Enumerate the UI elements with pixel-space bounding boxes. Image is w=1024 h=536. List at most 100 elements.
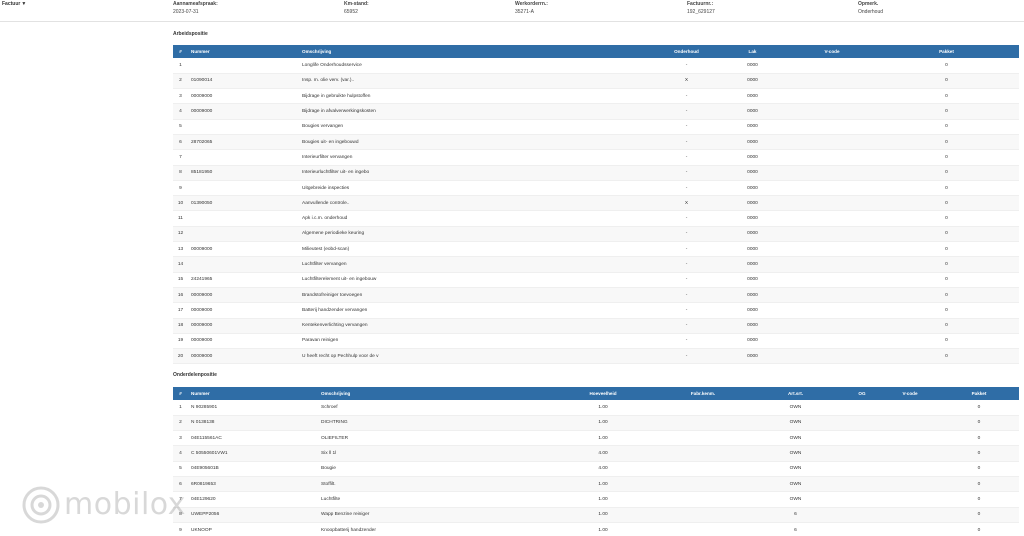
cell-lak: 0000 <box>715 302 790 319</box>
header-field-aannameafspraak: Aannameafspraak: 2023-07-31 <box>173 1 218 16</box>
cell-lak: 0000 <box>715 241 790 258</box>
cell-pakket: 0 <box>939 507 1019 523</box>
table-row[interactable]: 6 28702065 Bougies uit- en ingebouwd -0000 0 <box>173 134 1019 151</box>
cell-hoeveelheid: 1.00 <box>548 476 658 493</box>
cell-v-code <box>790 241 874 258</box>
cell-fabr-kenm <box>658 507 748 523</box>
table-row[interactable]: 16 00009000 Brandstofreiniger toevoegen -00… <box>173 287 1019 304</box>
cell-v-code <box>790 134 874 151</box>
cell-onderhoud: - <box>658 256 715 273</box>
header-field-value: 192_629127 <box>687 9 715 15</box>
table-row[interactable]: 2 01090014 Insp. m. olie verv. (var.).. X 00… <box>173 73 1019 90</box>
column-header-index[interactable]: # <box>173 387 188 400</box>
cell-onderhoud: - <box>658 272 715 288</box>
column-header-pakket[interactable]: Pakket <box>874 45 1019 58</box>
column-header-art-srt[interactable]: Art.srt. <box>748 387 843 400</box>
table-row[interactable]: 9 Uitgebreide inspecties -0000 0 <box>173 180 1019 197</box>
cell-hoeveelheid: 1.00 <box>548 400 658 416</box>
chevron-down-icon: ▼ <box>21 1 27 7</box>
cell-omschrijving: Bijdrage in afvalverwerkingskosten <box>298 103 658 120</box>
cell-v-code <box>790 195 874 212</box>
cell-og <box>843 461 881 477</box>
cell-omschrijving: Interieurluchtfilter uit- en ingebo <box>298 165 658 181</box>
table-row[interactable]: 3 04E115561AC OLIEFILTER 1.00 OWN 0 <box>173 430 1019 447</box>
table-row[interactable]: 12 Algemene periodieke keuring -0000 0 <box>173 226 1019 243</box>
column-header-nummer[interactable]: Nummer <box>188 45 298 58</box>
cell-pakket: 0 <box>939 522 1019 536</box>
cell-v-code <box>790 302 874 319</box>
table-row[interactable]: 8 85181950 Interieurluchtfilter uit- en in… <box>173 165 1019 181</box>
table-row[interactable]: 10 01390050 Aanvullende controle.. X 0000 0 <box>173 195 1019 212</box>
cell-nummer: 04E129620 <box>188 491 318 508</box>
column-header-nummer[interactable]: Nummer <box>188 387 318 400</box>
table-row[interactable]: 3 00009000 Bijdrage in gebruikte hulpstoff… <box>173 88 1019 105</box>
column-header-index[interactable]: # <box>173 45 188 58</box>
arbeid-header-row: # Nummer Omschrijving Onderhoud Lak V-co… <box>173 45 1019 58</box>
cell-index: 4 <box>173 445 188 462</box>
column-header-onderhoud[interactable]: Onderhoud <box>658 45 715 58</box>
column-header-v-code[interactable]: V-code <box>790 45 874 58</box>
cell-index: 8 <box>173 507 188 523</box>
cell-nummer: 00009000 <box>188 348 298 365</box>
column-header-omschrijving[interactable]: Omschrijving <box>298 45 658 58</box>
cell-pakket: 0 <box>939 445 1019 462</box>
table-row[interactable]: 11 Apk i.c.m. onderhoud -0000 0 <box>173 210 1019 227</box>
table-row[interactable]: 19 00009000 Paravan reinigen -0000 0 <box>173 333 1019 350</box>
cell-index: 15 <box>173 272 188 288</box>
table-row[interactable]: 5 04E905601B Bougie 4.00 OWN 0 <box>173 461 1019 477</box>
cell-pakket: 0 <box>874 180 1019 197</box>
cell-nummer <box>188 119 298 135</box>
cell-pakket: 0 <box>874 256 1019 273</box>
table-row[interactable]: 4 00009000 Bijdrage in afvalverwerkingskos… <box>173 103 1019 120</box>
cell-og <box>843 445 881 462</box>
table-row[interactable]: 4C 50550601VW1 Six ll 1l 4.00 OWN 0 <box>173 445 1019 462</box>
cell-nummer: C 50550601VW1 <box>188 445 318 462</box>
cell-v-code <box>790 73 874 90</box>
cell-v-code <box>790 348 874 365</box>
cell-v-code <box>881 400 939 416</box>
cell-nummer: 28702065 <box>188 134 298 151</box>
column-header-pakket[interactable]: Pakket <box>939 387 1019 400</box>
table-row[interactable]: 13 00009000 Milieutest (eobd-scan) -0000 0 <box>173 241 1019 258</box>
table-row[interactable]: 8 UWEPP2056 Wapp Benzine reiniger 1.00 6 0 <box>173 507 1019 523</box>
table-row[interactable]: 17 00009000 Batterij handzender vervangen -… <box>173 302 1019 319</box>
cell-lak: 0000 <box>715 195 790 212</box>
table-row[interactable]: 5 Bougies vervangen -0000 0 <box>173 119 1019 135</box>
cell-v-code <box>790 256 874 273</box>
factuur-toggle[interactable]: Factuur▼ <box>2 1 26 8</box>
cell-index: 18 <box>173 318 188 334</box>
cell-omschrijving: U heeft recht op Pechhulp voor de v <box>298 348 658 365</box>
table-row[interactable]: 18 00009000 Kentekenverlichting vervangen -… <box>173 318 1019 334</box>
cell-pakket: 0 <box>939 461 1019 477</box>
table-row[interactable]: 9 UKNOOP Knoopbatterij handzender 1.00 6 0 <box>173 522 1019 536</box>
column-header-fabr-kenm[interactable]: Fabr.kenm. <box>658 387 748 400</box>
cell-omschrijving: Bougies vervangen <box>298 119 658 135</box>
table-row[interactable]: 1N 90285901 Schroef 1.00 OWN 0 <box>173 400 1019 416</box>
table-row[interactable]: 6 6R0819653 Stoffilt. 1.00 OWN 0 <box>173 476 1019 493</box>
table-row[interactable]: 14 Luchtfilter vervangen -0000 0 <box>173 256 1019 273</box>
column-header-v-code[interactable]: V-code <box>881 387 939 400</box>
column-header-lak[interactable]: Lak <box>715 45 790 58</box>
cell-pakket: 0 <box>874 318 1019 334</box>
cell-pakket: 0 <box>874 333 1019 350</box>
cell-og <box>843 415 881 432</box>
column-header-og[interactable]: OG <box>843 387 881 400</box>
table-row[interactable]: 20 00009000 U heeft recht op Pechhulp voor… <box>173 348 1019 365</box>
table-row[interactable]: 15 24241965 Luchtfilterelement uit- en ing… <box>173 272 1019 288</box>
cell-onderhoud: - <box>658 318 715 334</box>
cell-hoeveelheid: 4.00 <box>548 461 658 477</box>
watermark-text: mobilox <box>64 487 186 522</box>
mobilox-watermark: mobilox <box>22 486 185 524</box>
cell-index: 3 <box>173 88 188 105</box>
cell-nummer: 00009000 <box>188 241 298 258</box>
table-row[interactable]: 2N 0138138 DICHTRING 1.00 OWN 0 <box>173 415 1019 432</box>
cell-nummer <box>188 256 298 273</box>
table-row[interactable]: 7 Interieurfilter vervangen -0000 0 <box>173 149 1019 166</box>
table-row[interactable]: 7 04E129620 Luchtfilte 1.00 OWN 0 <box>173 491 1019 508</box>
cell-onderhoud: - <box>658 333 715 350</box>
column-header-omschrijving[interactable]: Omschrijving <box>318 387 548 400</box>
column-header-hoeveelheid[interactable]: Hoeveelheid <box>548 387 658 400</box>
cell-onderhoud: - <box>658 287 715 304</box>
mobilox-logo-icon <box>22 486 60 524</box>
table-row[interactable]: 1 Longlife Onderhoudsservice -0000 0 <box>173 58 1019 74</box>
